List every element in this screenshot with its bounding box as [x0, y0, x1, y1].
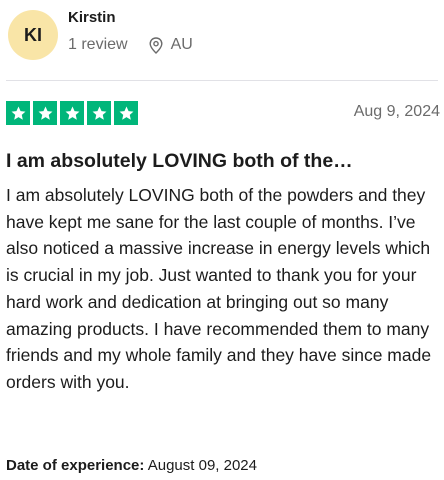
star-icon: [114, 101, 138, 125]
date-of-experience: Date of experience: August 09, 2024: [6, 457, 257, 474]
reviewer-location: AU: [149, 36, 193, 54]
experience-label: Date of experience:: [6, 457, 145, 474]
review-date: Aug 9, 2024: [353, 103, 440, 120]
avatar[interactable]: KI: [8, 10, 58, 60]
review-body: I am absolutely LOVING both of the powde…: [6, 185, 432, 392]
avatar-initials: KI: [24, 24, 42, 45]
star-icon: [6, 101, 30, 125]
location-text: AU: [170, 36, 193, 53]
divider: [6, 80, 438, 81]
experience-date: August 09, 2024: [147, 457, 257, 474]
location-pin-icon: [149, 36, 163, 54]
reviewer-meta: 1 review AU: [68, 36, 193, 54]
review-title[interactable]: I am absolutely LOVING both of the…: [6, 150, 353, 173]
review-count: 1 review: [68, 36, 128, 53]
star-rating: [6, 101, 141, 125]
star-icon: [60, 101, 84, 125]
star-icon: [33, 101, 57, 125]
star-icon: [87, 101, 111, 125]
reviewer-card: KI Kirstin 1 review AU: [6, 6, 438, 74]
reviewer-name[interactable]: Kirstin: [68, 9, 116, 26]
